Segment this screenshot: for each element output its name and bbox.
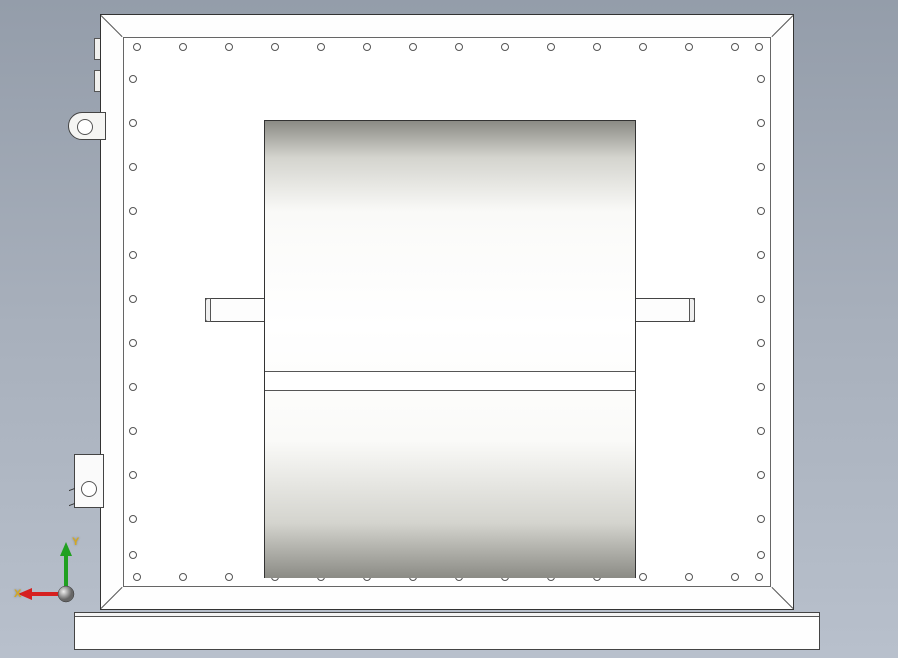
orientation-triad[interactable]: X Y: [18, 540, 98, 620]
bolt-hole: [129, 427, 137, 435]
miter-corner: [101, 587, 123, 609]
bolt-hole: [757, 119, 765, 127]
shaft-stub-left: [205, 298, 267, 322]
bolt-hole: [757, 551, 765, 559]
bolt-hole: [455, 43, 463, 51]
bolt-hole: [757, 207, 765, 215]
bolt-hole: [133, 573, 141, 581]
miter-corner: [771, 15, 793, 37]
bolt-hole: [755, 573, 763, 581]
bolt-hole: [731, 573, 739, 581]
bolt-hole: [755, 43, 763, 51]
bolt-hole: [685, 43, 693, 51]
bolt-hole: [639, 43, 647, 51]
drum-cylinder: [264, 120, 636, 578]
bolt-hole: [133, 43, 141, 51]
bolt-hole: [757, 75, 765, 83]
base-plate-edge: [75, 613, 819, 617]
bolt-hole: [757, 427, 765, 435]
bolt-hole: [757, 383, 765, 391]
bolt-hole: [129, 75, 137, 83]
bolt-hole: [757, 163, 765, 171]
y-axis-label: Y: [72, 536, 79, 548]
bolt-hole: [129, 207, 137, 215]
bolt-hole: [225, 573, 233, 581]
left-lower-fixture: [74, 454, 104, 508]
drum-seam: [265, 371, 635, 391]
miter-corner: [771, 587, 793, 609]
bolt-hole: [129, 251, 137, 259]
triad-origin-icon: [58, 586, 74, 602]
bolt-hole: [757, 471, 765, 479]
shaft-stub-right: [633, 298, 695, 322]
bolt-hole: [129, 339, 137, 347]
bolt-hole: [129, 163, 137, 171]
base-plate: [74, 612, 820, 650]
shaft-end: [205, 298, 211, 322]
bolt-hole: [179, 573, 187, 581]
bolt-hole: [129, 119, 137, 127]
bolt-hole: [757, 515, 765, 523]
bolt-hole: [129, 551, 137, 559]
bolt-hole: [409, 43, 417, 51]
left-port-fixture: [68, 112, 106, 140]
bolt-hole: [757, 251, 765, 259]
bolt-hole: [757, 339, 765, 347]
port-hole: [77, 119, 93, 135]
bolt-hole: [501, 43, 509, 51]
miter-corner: [101, 15, 123, 37]
bolt-hole: [593, 43, 601, 51]
cad-viewport[interactable]: X Y: [0, 0, 898, 658]
bolt-hole: [685, 573, 693, 581]
bolt-hole: [179, 43, 187, 51]
bolt-hole: [129, 515, 137, 523]
bolt-hole: [129, 295, 137, 303]
bolt-hole: [271, 43, 279, 51]
bolt-hole: [129, 383, 137, 391]
bolt-hole: [757, 295, 765, 303]
shaft-end: [689, 298, 695, 322]
bolt-hole: [731, 43, 739, 51]
bolt-hole: [129, 471, 137, 479]
bolt-hole: [225, 43, 233, 51]
bolt-hole: [547, 43, 555, 51]
bolt-hole: [639, 573, 647, 581]
bolt-hole: [363, 43, 371, 51]
bolt-hole: [317, 43, 325, 51]
x-axis-label: X: [14, 588, 21, 600]
